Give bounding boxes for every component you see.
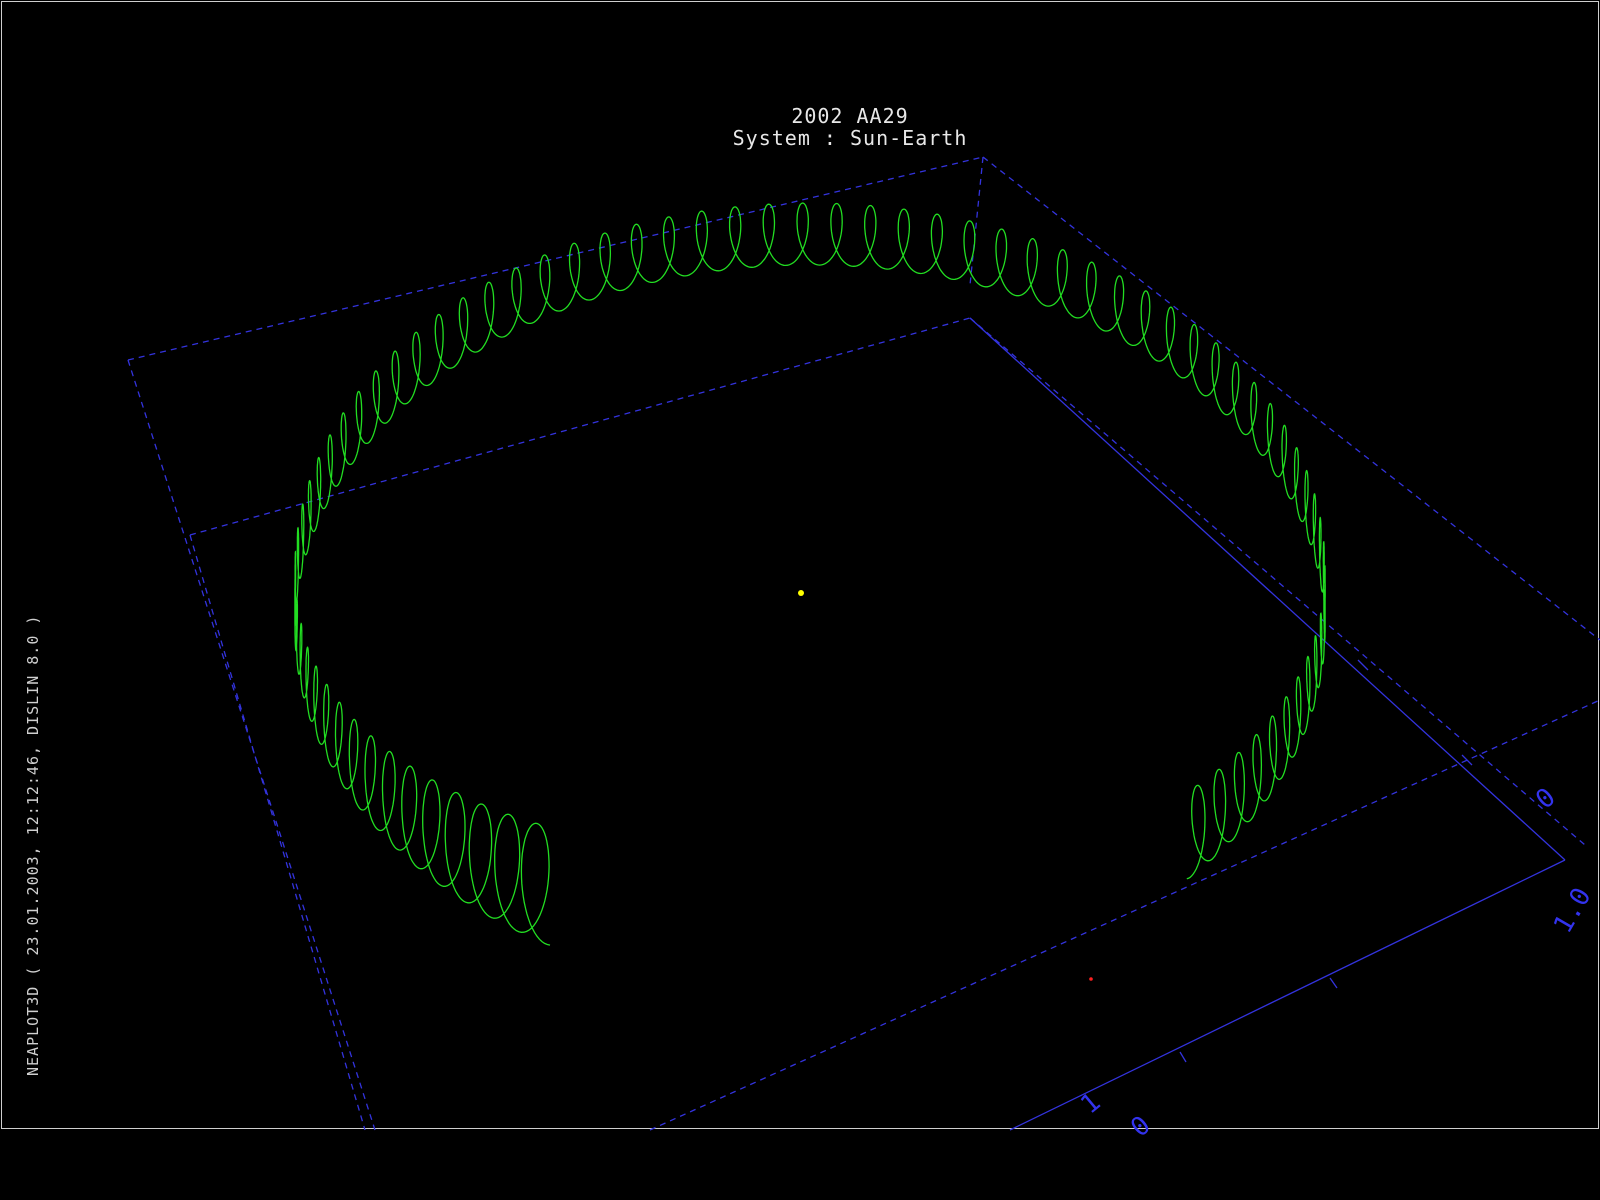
tick-label: 0 bbox=[1125, 1110, 1156, 1143]
earth-marker bbox=[1089, 977, 1093, 981]
orbit-plot: 0 1 0 1.0 bbox=[127, 156, 1600, 1143]
box-edge bbox=[189, 317, 971, 536]
box-edge bbox=[1009, 859, 1566, 1131]
box-tick bbox=[1329, 977, 1338, 989]
tick-label: 1 bbox=[1075, 1087, 1106, 1120]
box-edge bbox=[127, 156, 984, 361]
box-edge bbox=[127, 359, 376, 1131]
box-edge bbox=[969, 156, 984, 286]
box-edge bbox=[189, 534, 366, 1131]
orbit-trajectory bbox=[294, 202, 1326, 946]
tick-label: 0 bbox=[1530, 782, 1561, 815]
plot-title: 2002 AA29 bbox=[791, 104, 909, 128]
box-tick bbox=[1179, 1051, 1187, 1063]
software-timestamp-label: NEAPLOT3D ( 23.01.2003, 12:12:46, DISLIN… bbox=[24, 614, 42, 1076]
box-edge bbox=[982, 156, 1600, 641]
bounding-box bbox=[127, 156, 1600, 1131]
box-edge bbox=[969, 317, 1566, 861]
plot-subtitle: System : Sun-Earth bbox=[732, 126, 968, 150]
box-edge bbox=[649, 699, 1600, 1131]
tick-label: 1.0 bbox=[1548, 883, 1597, 939]
box-edge bbox=[969, 317, 1586, 846]
box-tick bbox=[1357, 659, 1369, 671]
box-tick bbox=[1461, 754, 1473, 766]
axis-tick-labels: 0 1 0 1.0 bbox=[1075, 782, 1597, 1143]
sun-marker bbox=[798, 590, 804, 596]
